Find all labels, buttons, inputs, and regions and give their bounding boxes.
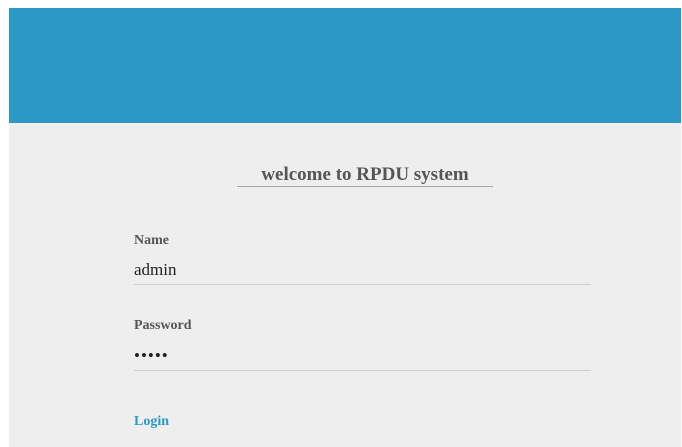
- name-input[interactable]: [134, 255, 591, 285]
- header-banner: [9, 8, 681, 123]
- page-title: welcome to RPDU system: [261, 164, 469, 185]
- password-input[interactable]: •••••: [134, 341, 591, 371]
- login-panel: welcome to RPDU system Name Password •••…: [9, 123, 681, 447]
- page-frame: welcome to RPDU system Name Password •••…: [9, 8, 681, 447]
- login-link[interactable]: Login: [134, 414, 169, 430]
- password-label: Password: [134, 318, 192, 333]
- title-container: welcome to RPDU system: [237, 164, 493, 187]
- name-label: Name: [134, 233, 169, 248]
